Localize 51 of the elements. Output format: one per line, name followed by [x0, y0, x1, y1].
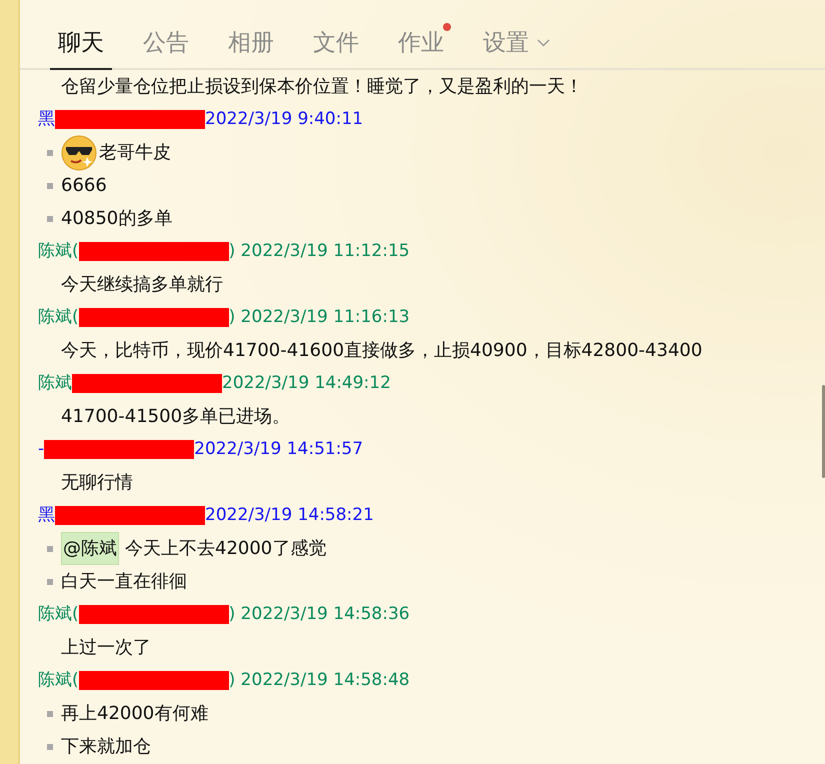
sender-name: -: [38, 438, 44, 461]
tab[interactable]: 作业: [390, 20, 452, 70]
chevron-down-icon: [537, 39, 550, 48]
message-text: 再上42000有何难: [61, 702, 208, 726]
timestamp: 2022/3/19 9:40:11: [205, 108, 364, 131]
sender-name: 陈斌: [38, 372, 72, 395]
sender-name: ): [228, 602, 236, 626]
mention-tag[interactable]: @陈斌: [61, 532, 119, 565]
sender-name: 陈斌(: [38, 306, 79, 329]
message-text: 白天一直在徘徊: [61, 570, 187, 594]
tab[interactable]: 相册: [220, 20, 282, 70]
tab[interactable]: 聊天: [50, 20, 112, 70]
sender-name: ): [228, 240, 236, 263]
notification-dot: [443, 22, 451, 31]
tab[interactable]: 公告: [135, 20, 197, 70]
sunglasses-face-icon: [61, 134, 97, 170]
sender-name: 陈斌(: [38, 602, 79, 626]
timestamp: 2022/3/19 11:16:13: [240, 306, 410, 329]
message-text: 下来就加仓: [61, 735, 151, 759]
timestamp: 2022/3/19 14:51:57: [194, 438, 364, 461]
message-text: 无聊行情: [61, 471, 133, 495]
tab[interactable]: 文件: [305, 20, 367, 70]
bullet-icon: [47, 182, 53, 188]
sender-name: 黑: [38, 108, 55, 131]
scrollbar-thumb[interactable]: [822, 385, 825, 478]
sender-name: 陈斌(: [38, 240, 79, 263]
timestamp: 2022/3/19 11:12:15: [240, 240, 410, 263]
message-text: 今天，比特币，现价41700-41600直接做多，止损40900，目标42800-43400: [61, 339, 702, 363]
message-text: 6666: [61, 174, 107, 198]
timestamp: 2022/3/19 14:58:36: [240, 602, 410, 626]
sender-name: 陈斌(: [38, 668, 79, 692]
bullet-icon: [47, 744, 53, 750]
tab[interactable]: 设置: [475, 20, 558, 70]
sender-name: ): [228, 306, 236, 329]
bullet-icon: [47, 546, 53, 552]
message-text: 今天继续搞多单就行: [61, 273, 223, 297]
message-text: 今天上不去42000了感觉: [125, 537, 326, 561]
bullet-icon: [47, 150, 53, 156]
timestamp: 2022/3/19 14:49:12: [222, 372, 391, 395]
message-text: 41700-41500多单已进场。: [61, 405, 290, 429]
timestamp: 2022/3/19 14:58:21: [205, 504, 374, 527]
bullet-icon: [47, 578, 53, 584]
message-text: 上过一次了: [61, 636, 151, 660]
message-text: 老哥牛皮: [99, 141, 171, 165]
timestamp: 2022/3/19 14:58:48: [240, 668, 410, 692]
message-text: 仓留少量仓位把止损设到保本价位置！睡觉了，又是盈利的一天！: [61, 75, 583, 99]
bullet-icon: [47, 216, 53, 222]
bullet-icon: [47, 710, 53, 716]
sender-name: 黑: [38, 504, 55, 527]
sender-name: ): [228, 668, 236, 692]
message-text: 40850的多单: [61, 207, 172, 231]
